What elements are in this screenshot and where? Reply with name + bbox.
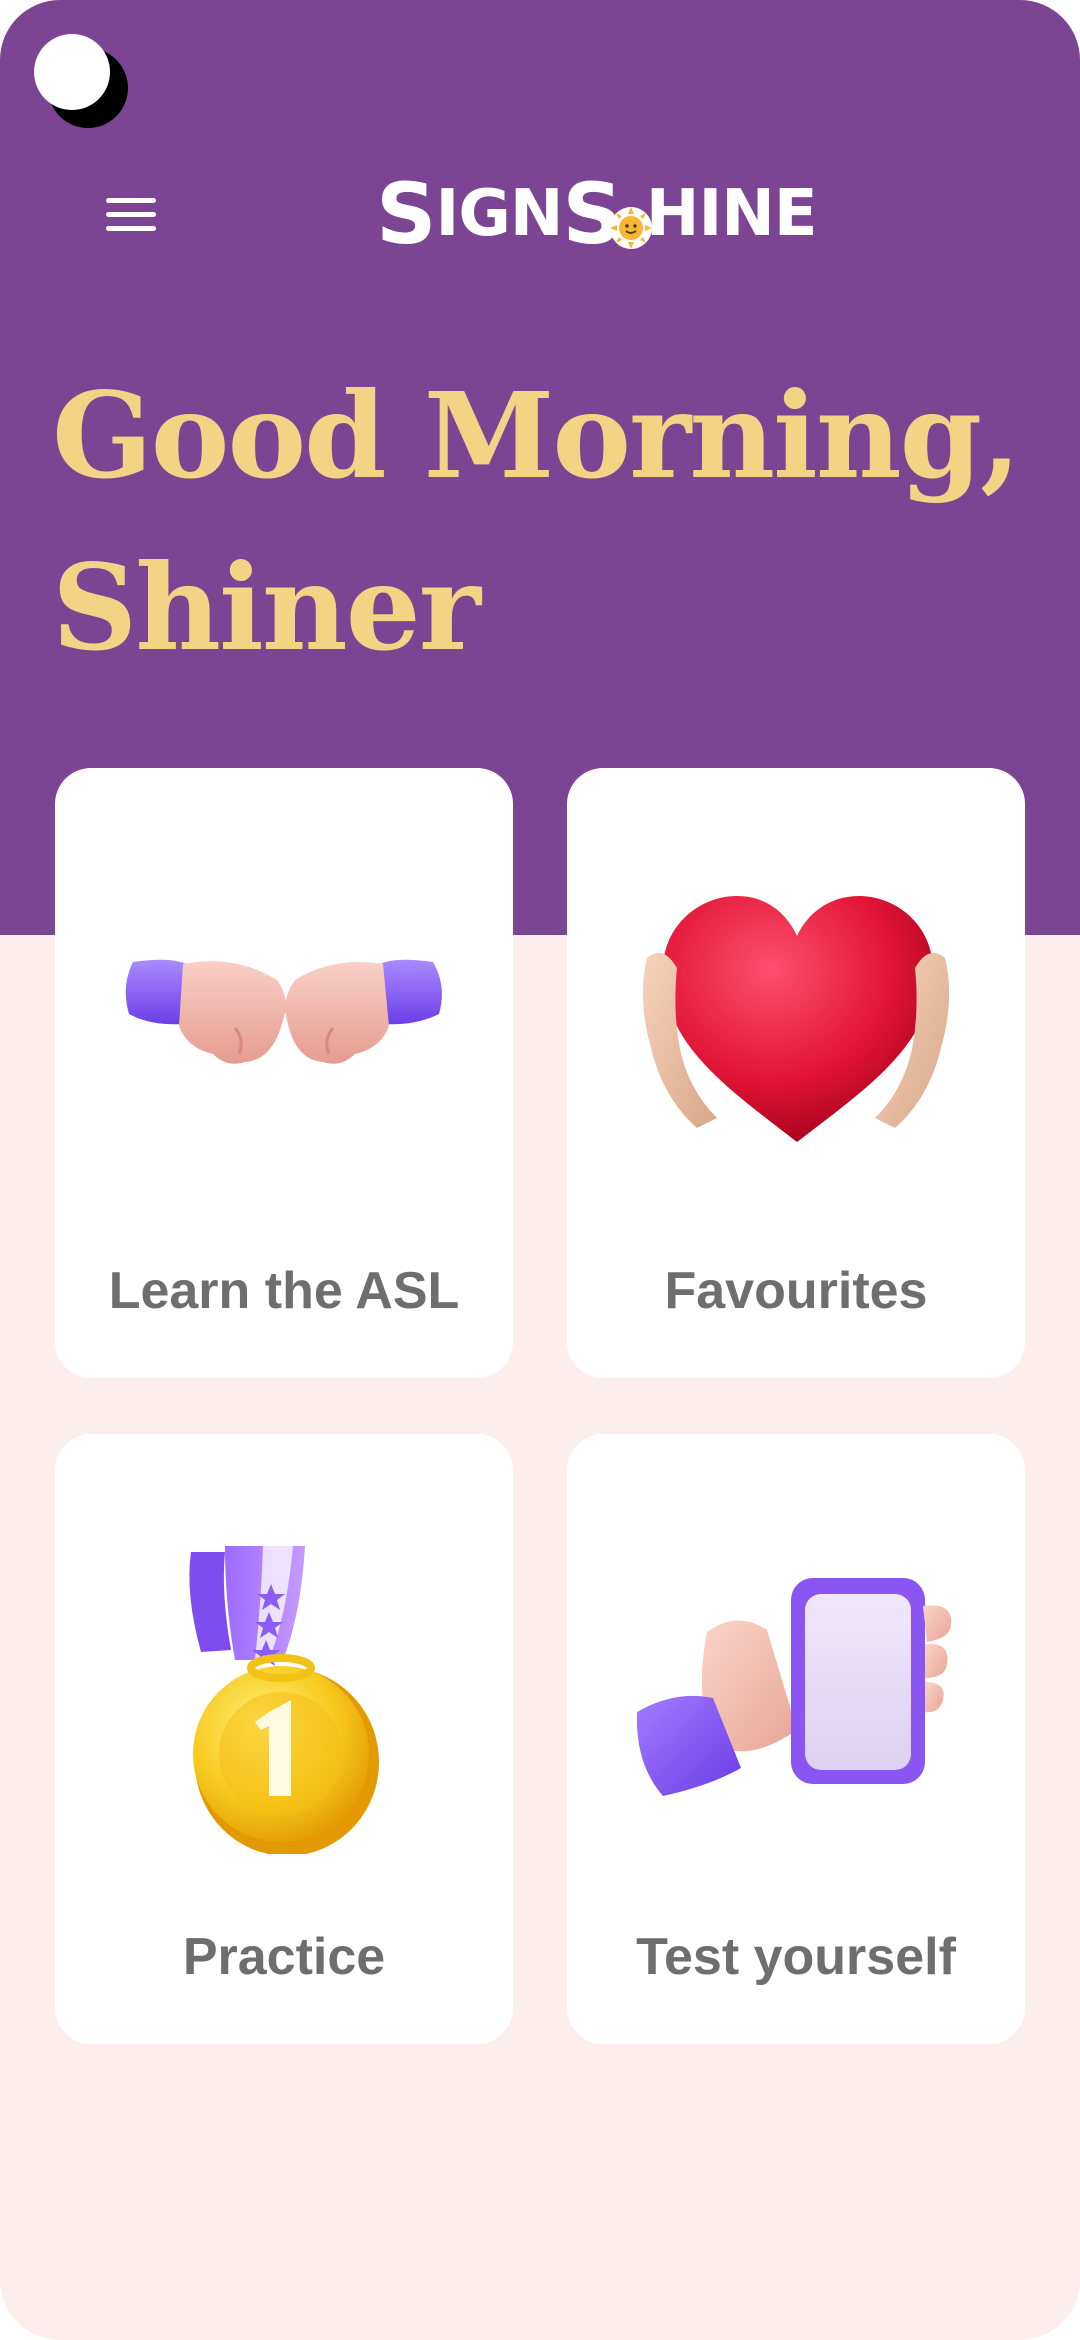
medal-icon — [189, 1546, 379, 1854]
hand-holding-phone-icon — [636, 1578, 952, 1796]
card-label: Practice — [182, 1928, 386, 1986]
heart-in-hands-icon — [642, 896, 950, 1142]
fist-bump-icon — [125, 959, 442, 1064]
test-yourself-card[interactable]: Test yourself — [567, 1434, 1025, 2044]
app-logo: S IGN S HINE — [376, 164, 818, 264]
logo-text-part: S — [376, 165, 436, 263]
learn-asl-card[interactable]: Learn the ASL — [55, 768, 513, 1378]
sun-logo-icon — [609, 207, 652, 249]
logo-text-part: HINE — [645, 177, 818, 251]
card-label: Test yourself — [636, 1928, 956, 1986]
greeting-heading: Good Morning, Shiner — [52, 366, 1021, 677]
card-label: Favourites — [664, 1262, 928, 1320]
favourites-card[interactable]: Favourites — [567, 768, 1025, 1378]
logo-text-part: IGN — [435, 177, 564, 251]
card-label: Learn the ASL — [108, 1262, 460, 1320]
home-screen: S IGN S HINE Good Morning, Shiner Learn … — [0, 0, 1080, 2340]
camera-cutout — [34, 34, 128, 128]
menu-button[interactable] — [96, 190, 168, 238]
practice-card[interactable]: Practice — [55, 1434, 513, 2044]
